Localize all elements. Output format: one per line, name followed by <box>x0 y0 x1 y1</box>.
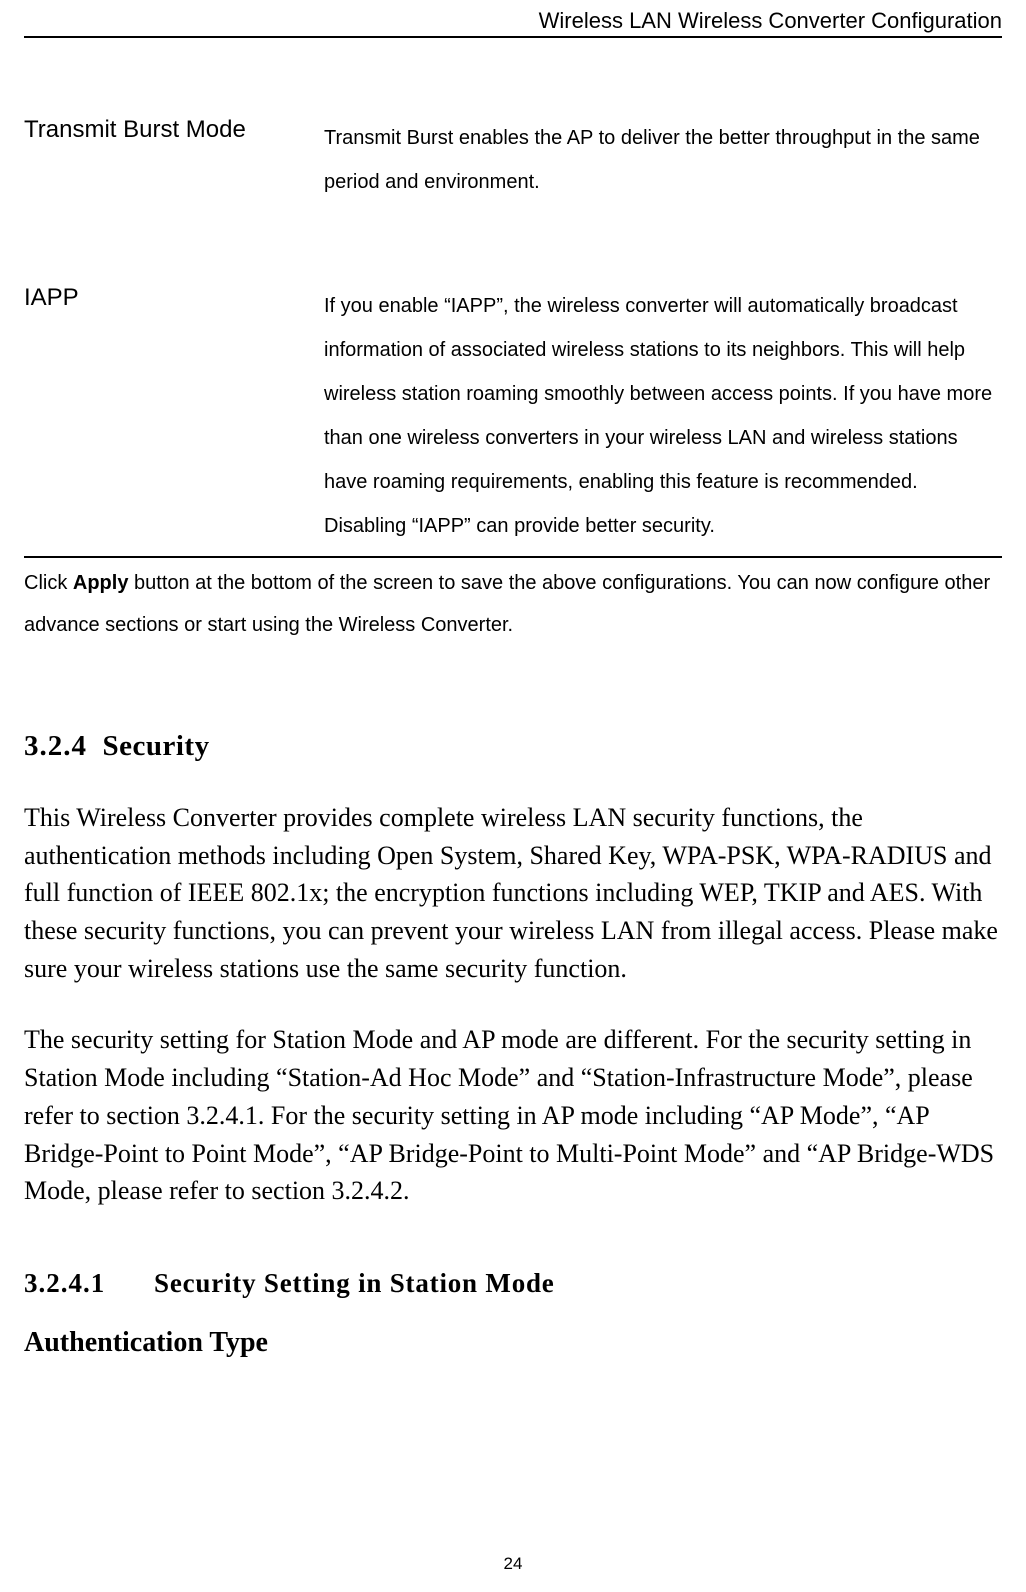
note-suffix: button at the bottom of the screen to sa… <box>24 572 990 636</box>
definition-label: IAPP <box>24 284 324 557</box>
definition-row-transmit-burst: Transmit Burst Mode Transmit Burst enabl… <box>24 116 1002 212</box>
page-footer: 24 <box>0 1554 1026 1574</box>
section-heading-security: 3.2.4 Security <box>24 730 1002 763</box>
definition-desc: If you enable “IAPP”, the wireless conve… <box>324 284 1002 557</box>
section-number: 3.2.4.1 <box>24 1268 154 1299</box>
heading-authentication-type: Authentication Type <box>24 1327 1002 1359</box>
definition-label: Transmit Burst Mode <box>24 116 324 212</box>
section-heading-station-mode: 3.2.4.1Security Setting in Station Mode <box>24 1268 1002 1299</box>
definition-desc: Transmit Burst enables the AP to deliver… <box>324 116 1002 212</box>
section-title: Security <box>103 730 210 762</box>
section-number: 3.2.4 <box>24 730 87 762</box>
definition-row-iapp: IAPP If you enable “IAPP”, the wireless … <box>24 284 1002 557</box>
paragraph-1: This Wireless Converter provides complet… <box>24 799 1002 987</box>
spacer <box>24 212 1002 284</box>
apply-note: Click Apply button at the bottom of the … <box>24 562 1002 646</box>
section-title: Security Setting in Station Mode <box>154 1268 555 1298</box>
definition-table: Transmit Burst Mode Transmit Burst enabl… <box>24 116 1002 558</box>
note-prefix: Click <box>24 572 73 594</box>
page-header: Wireless LAN Wireless Converter Configur… <box>24 8 1002 38</box>
note-bold-apply: Apply <box>73 572 129 594</box>
paragraph-2: The security setting for Station Mode an… <box>24 1021 1002 1209</box>
